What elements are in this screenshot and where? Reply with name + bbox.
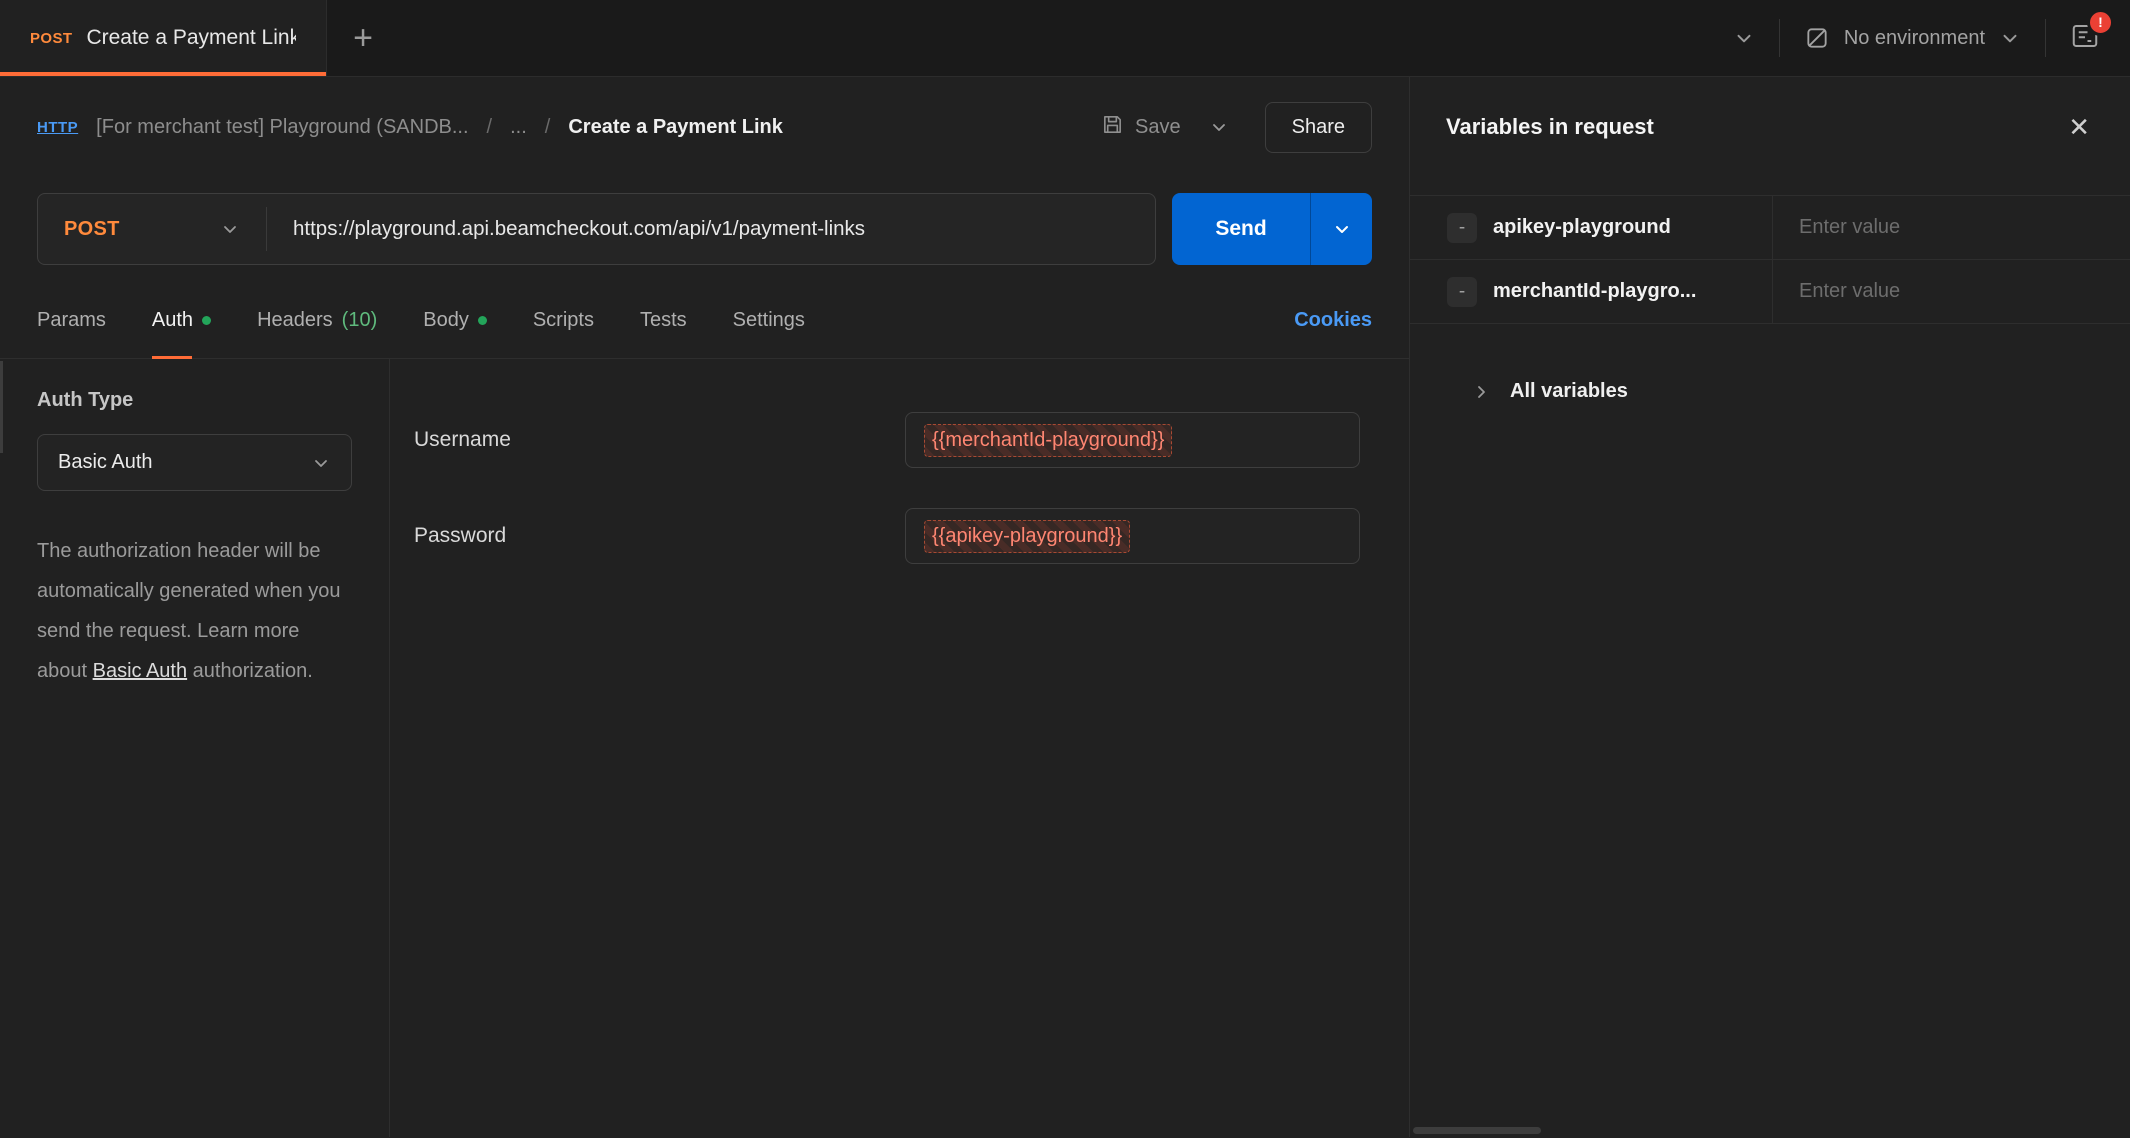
username-label: Username: [414, 428, 905, 452]
auth-description-text: authorization.: [187, 660, 313, 682]
variable-name-cell: - apikey-playground: [1410, 196, 1773, 259]
auth-type-label: Auth Type: [37, 389, 352, 412]
auth-type-chevron-icon: [311, 453, 331, 473]
breadcrumb-separator: /: [487, 116, 493, 139]
username-variable-chip: {{merchantId-playground}}: [924, 424, 1172, 457]
username-input[interactable]: {{merchantId-playground}}: [905, 412, 1360, 468]
url-input[interactable]: [267, 194, 1155, 264]
save-icon: [1101, 113, 1124, 142]
variable-name: apikey-playground: [1493, 216, 1671, 239]
auth-description: The authorization header will be automat…: [37, 531, 352, 691]
tab-overflow-chevron-icon[interactable]: [1733, 27, 1755, 49]
tab-headers[interactable]: Headers (10): [257, 283, 377, 358]
headers-count: (10): [342, 309, 378, 332]
tab-auth[interactable]: Auth: [152, 283, 211, 358]
tab-scripts-label: Scripts: [533, 309, 594, 332]
tab-headers-label: Headers: [257, 309, 333, 332]
topbar-right-controls: No environment !: [1733, 0, 2130, 76]
variables-panel: Variables in request ✕ - apikey-playgrou…: [1410, 77, 2130, 1137]
basic-auth-link[interactable]: Basic Auth: [93, 660, 188, 682]
breadcrumb-ellipsis[interactable]: ...: [510, 116, 527, 139]
variables-panel-header: Variables in request ✕: [1410, 77, 2130, 177]
method-select[interactable]: POST: [38, 194, 266, 264]
variable-value-cell: [1773, 260, 2130, 323]
auth-type-value: Basic Auth: [58, 451, 311, 474]
breadcrumb-separator: /: [545, 116, 551, 139]
password-input[interactable]: {{apikey-playground}}: [905, 508, 1360, 564]
tab-scripts[interactable]: Scripts: [533, 283, 594, 358]
top-tab-bar: POST Create a Payment Link + No environm…: [0, 0, 2130, 77]
tab-auth-label: Auth: [152, 309, 193, 332]
body-modified-dot: [478, 316, 487, 325]
tab-params-label: Params: [37, 309, 106, 332]
request-url-row: POST Send: [37, 193, 1372, 265]
auth-type-select[interactable]: Basic Auth: [37, 434, 352, 491]
share-button[interactable]: Share: [1265, 102, 1372, 153]
request-tab[interactable]: POST Create a Payment Link: [0, 0, 327, 76]
app-window: POST Create a Payment Link + No environm…: [0, 0, 2130, 1138]
tab-body-label: Body: [423, 309, 469, 332]
all-variables-toggle[interactable]: All variables: [1410, 380, 2130, 403]
username-row: Username {{merchantId-playground}}: [414, 412, 1409, 468]
breadcrumb: HTTP [For merchant test] Playground (SAN…: [0, 77, 1409, 177]
breadcrumb-collection[interactable]: [For merchant test] Playground (SANDB...: [96, 116, 468, 139]
variable-value-input[interactable]: [1799, 280, 2113, 303]
request-tabs: Params Auth Headers (10) Body Scripts: [0, 283, 1409, 359]
tab-body[interactable]: Body: [423, 283, 487, 358]
send-options-chevron[interactable]: [1310, 193, 1372, 265]
url-control: POST: [37, 193, 1156, 265]
vertical-scrollbar[interactable]: [0, 361, 3, 453]
auth-sidebar: Auth Type Basic Auth The authorization h…: [0, 359, 390, 1137]
variable-name-cell: - merchantId-playgro...: [1410, 260, 1773, 323]
tab-tests[interactable]: Tests: [640, 283, 687, 358]
request-builder-pane: HTTP [For merchant test] Playground (SAN…: [0, 77, 1410, 1137]
tab-settings-label: Settings: [733, 309, 805, 332]
notifications-button[interactable]: !: [2070, 21, 2100, 56]
new-tab-button[interactable]: +: [327, 0, 399, 76]
variable-prefix-icon: -: [1447, 213, 1477, 243]
environment-chevron-icon: [1999, 27, 2021, 49]
tab-method-label: POST: [30, 30, 72, 47]
environment-selector[interactable]: No environment: [1804, 25, 2021, 51]
no-environment-icon: [1804, 25, 1830, 51]
send-button-label: Send: [1172, 193, 1310, 265]
http-protocol-badge: HTTP: [37, 119, 78, 136]
tab-settings[interactable]: Settings: [733, 283, 805, 358]
auth-editor: Auth Type Basic Auth The authorization h…: [0, 359, 1409, 1137]
environment-label: No environment: [1844, 27, 1985, 50]
chevron-right-icon: [1472, 382, 1492, 402]
save-options-chevron[interactable]: [1201, 107, 1237, 147]
tab-params[interactable]: Params: [37, 283, 106, 358]
variable-name: merchantId-playgro...: [1493, 280, 1696, 303]
password-label: Password: [414, 524, 905, 548]
send-button[interactable]: Send: [1172, 193, 1372, 265]
notification-badge: !: [2087, 9, 2114, 36]
method-select-chevron-icon: [220, 219, 240, 239]
horizontal-scrollbar[interactable]: [1413, 1127, 1541, 1134]
variable-value-cell: [1773, 196, 2130, 259]
tab-title: Create a Payment Link: [86, 26, 296, 50]
variable-value-input[interactable]: [1799, 216, 2113, 239]
variable-row: - merchantId-playgro...: [1410, 260, 2130, 324]
save-button-label: Save: [1135, 116, 1181, 139]
save-button[interactable]: Save: [1093, 103, 1189, 152]
tab-tests-label: Tests: [640, 309, 687, 332]
auth-modified-dot: [202, 316, 211, 325]
auth-form: Username {{merchantId-playground}} Passw…: [390, 359, 1409, 1137]
cookies-link[interactable]: Cookies: [1294, 309, 1372, 332]
variable-row: - apikey-playground: [1410, 196, 2130, 260]
password-variable-chip: {{apikey-playground}}: [924, 520, 1130, 553]
variables-panel-title: Variables in request: [1446, 114, 1654, 140]
breadcrumb-request-name: Create a Payment Link: [568, 116, 783, 139]
header-actions: Save Share: [1093, 102, 1372, 153]
password-row: Password {{apikey-playground}}: [414, 508, 1409, 564]
method-select-value: POST: [64, 218, 210, 241]
close-panel-button[interactable]: ✕: [2068, 114, 2090, 140]
content-area: HTTP [For merchant test] Playground (SAN…: [0, 77, 2130, 1137]
topbar-divider: [1779, 19, 1780, 57]
variable-prefix-icon: -: [1447, 277, 1477, 307]
all-variables-label: All variables: [1510, 380, 1628, 403]
topbar-divider: [2045, 19, 2046, 57]
variables-table: - apikey-playground - merchantId-playgro…: [1410, 195, 2130, 324]
